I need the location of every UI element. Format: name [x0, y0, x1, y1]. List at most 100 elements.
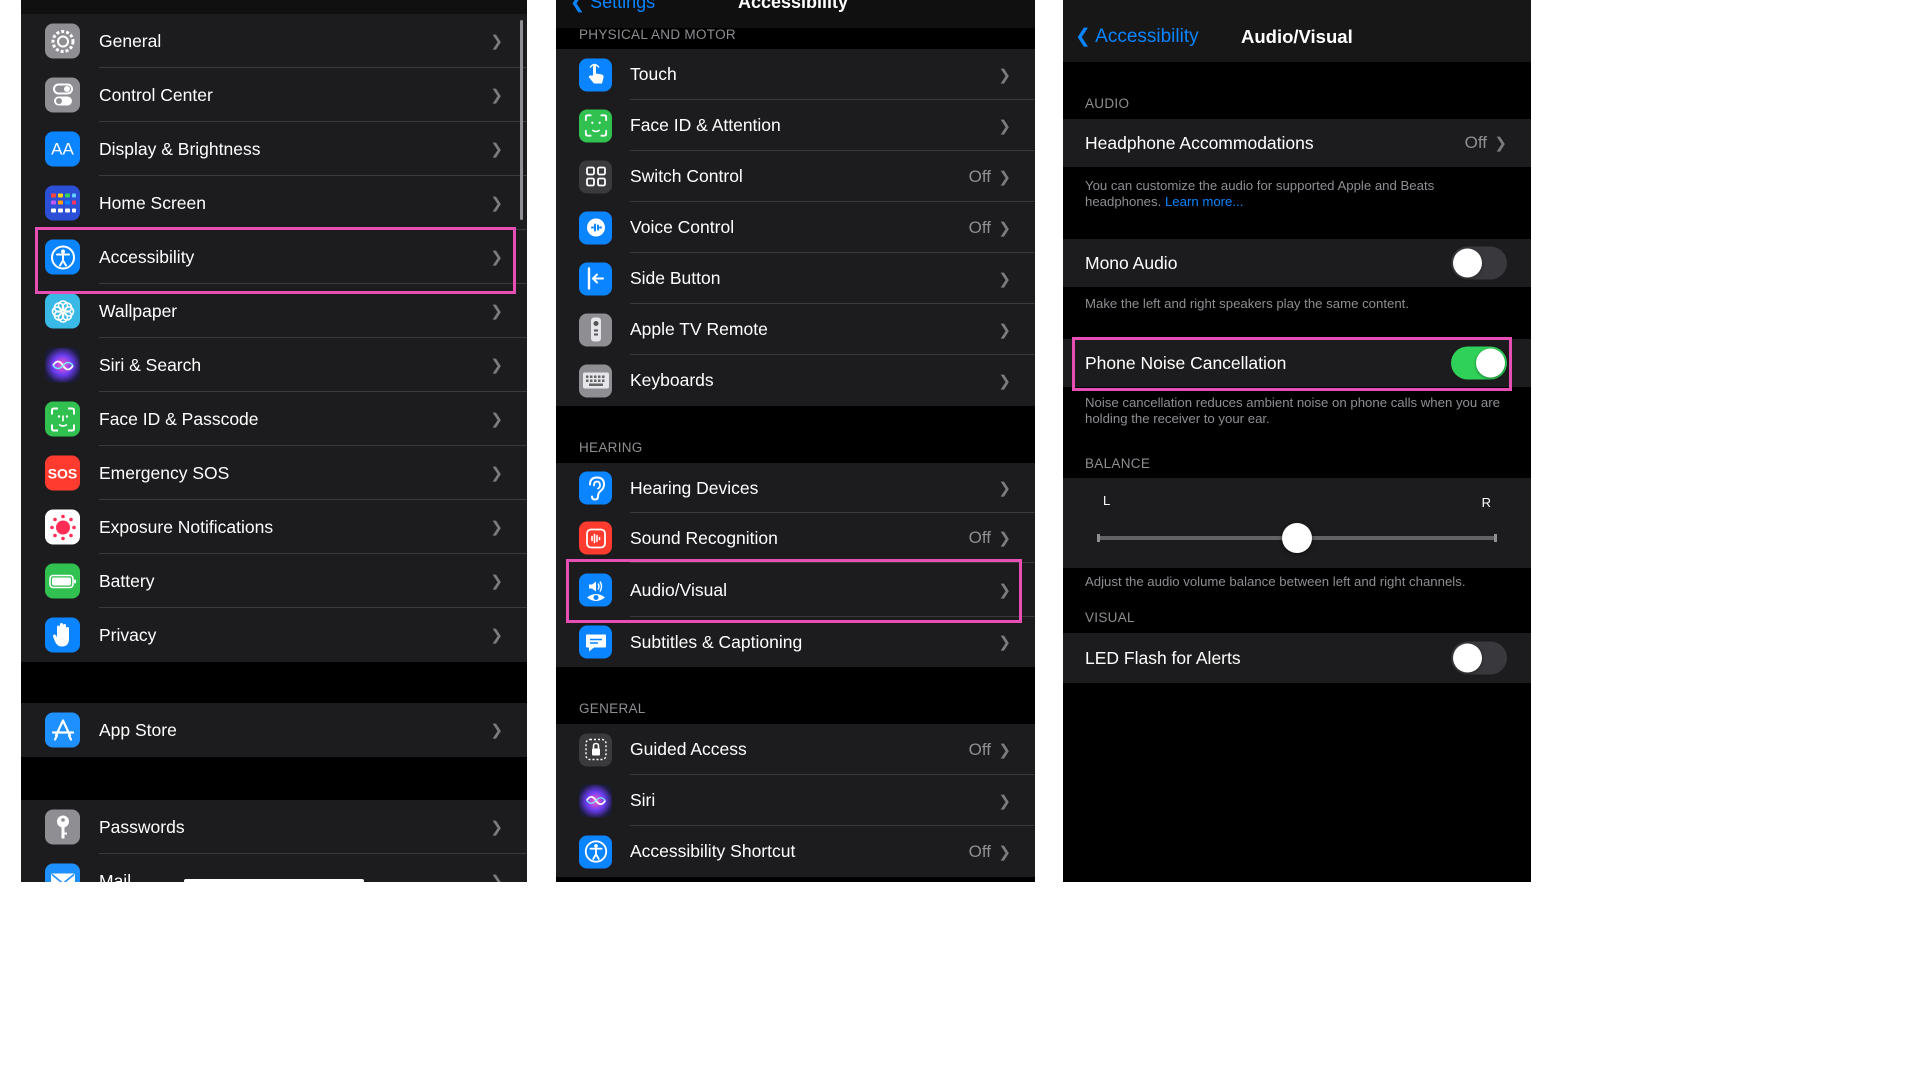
chevron-left-icon: ❮	[1075, 26, 1091, 47]
headphone-accommodations-row[interactable]: Headphone Accommodations Off ❯	[1063, 119, 1531, 167]
settings-item-app-store[interactable]: App Store ❯	[21, 703, 527, 757]
settings-item-exposure[interactable]: Exposure Notifications ❯	[21, 500, 527, 554]
a11y-item-label: Apple TV Remote	[630, 319, 768, 339]
a11y-item-sound-recognition[interactable]: Sound Recognition Off ❯	[556, 513, 1035, 563]
settings-item-label: Emergency SOS	[99, 462, 230, 483]
physical-motor-group: Touch ❯ Face ID & Attention ❯ Switch Con…	[556, 49, 1035, 406]
learn-more-link[interactable]: Learn more...	[1165, 194, 1243, 209]
settings-item-control-center[interactable]: Control Center ❯	[21, 68, 527, 122]
a11y-item-label: Audio/Visual	[630, 579, 727, 600]
settings-item-label: Display & Brightness	[99, 138, 261, 159]
a11y-item-label: Face ID & Attention	[630, 115, 781, 135]
toggles-icon	[45, 77, 80, 113]
chevron-right-icon: ❯	[998, 372, 1011, 390]
settings-item-wallpaper[interactable]: Wallpaper ❯	[21, 284, 527, 338]
row-label: Headphone Accommodations	[1085, 132, 1314, 153]
a11y-item-apple-tv-remote[interactable]: Apple TV Remote ❯	[556, 304, 1035, 355]
settings-item-mail[interactable]: Mail ❯	[21, 854, 527, 882]
row-label: LED Flash for Alerts	[1085, 647, 1241, 668]
a11y-item-label: Subtitles & Captioning	[630, 631, 803, 652]
section-header-audio: AUDIO	[1085, 96, 1130, 111]
flower-icon	[45, 293, 80, 329]
settings-item-home-screen[interactable]: Home Screen ❯	[21, 176, 527, 230]
chevron-right-icon: ❯	[490, 819, 503, 836]
audio-visual-panel: ❮ Accessibility Audio/Visual AUDIO Headp…	[1063, 0, 1531, 882]
back-button[interactable]: ❮ Accessibility	[1075, 25, 1199, 48]
scrollbar[interactable]	[520, 20, 523, 220]
balance-left-label: L	[1103, 493, 1111, 508]
a11y-item-value: Off	[968, 217, 991, 237]
chevron-right-icon: ❯	[998, 582, 1011, 599]
settings-item-label: Mail	[99, 870, 132, 883]
settings-item-emergency-sos[interactable]: SOS Emergency SOS ❯	[21, 446, 527, 500]
settings-item-label: Passwords	[99, 816, 185, 837]
chevron-right-icon: ❯	[490, 411, 503, 428]
balance-slider-thumb[interactable]	[1282, 523, 1312, 553]
chevron-right-icon: ❯	[490, 195, 503, 212]
mono-audio-row: Mono Audio	[1063, 239, 1531, 287]
chevron-right-icon: ❯	[490, 141, 503, 158]
chevron-right-icon: ❯	[490, 722, 503, 739]
back-button[interactable]: ❮ Settings	[570, 0, 655, 13]
page-title: Audio/Visual	[1241, 26, 1353, 47]
chevron-right-icon: ❯	[490, 465, 503, 482]
settings-item-siri[interactable]: Siri & Search ❯	[21, 338, 527, 392]
mono-group: Mono Audio	[1063, 239, 1531, 287]
a11y-item-touch[interactable]: Touch ❯	[556, 49, 1035, 100]
battery-icon	[45, 563, 80, 599]
visual-group: LED Flash for Alerts	[1063, 633, 1531, 683]
settings-item-accessibility[interactable]: Accessibility ❯	[21, 230, 527, 284]
a11y-item-keyboards[interactable]: Keyboards ❯	[556, 355, 1035, 406]
headphone-group: Headphone Accommodations Off ❯	[1063, 119, 1531, 167]
a11y-item-label: Guided Access	[630, 739, 747, 759]
settings-item-general[interactable]: General ❯	[21, 14, 527, 68]
balance-slider-track[interactable]	[1097, 523, 1497, 553]
section-header: GENERAL	[579, 701, 646, 716]
a11y-item-face-id-attention[interactable]: Face ID & Attention ❯	[556, 100, 1035, 151]
a11y-item-shortcut[interactable]: Accessibility Shortcut Off ❯	[556, 826, 1035, 877]
a11y-item-hearing-devices[interactable]: Hearing Devices ❯	[556, 463, 1035, 513]
chevron-right-icon: ❯	[490, 249, 503, 266]
chevron-right-icon: ❯	[490, 87, 503, 104]
row-label: Mono Audio	[1085, 252, 1178, 273]
chevron-right-icon: ❯	[998, 792, 1011, 810]
toggle-knob	[1453, 248, 1482, 278]
led-flash-toggle[interactable]	[1451, 641, 1507, 675]
a11y-item-value: Off	[968, 739, 991, 759]
a11y-item-subtitles[interactable]: Subtitles & Captioning ❯	[556, 617, 1035, 667]
a11y-item-switch-control[interactable]: Switch Control Off ❯	[556, 151, 1035, 202]
accessibility-icon	[579, 835, 612, 868]
a11y-item-label: Switch Control	[630, 166, 743, 186]
a11y-item-voice-control[interactable]: Voice Control Off ❯	[556, 202, 1035, 253]
nav-bar: ❮ Settings Accessibility	[556, 0, 1035, 28]
noise-cancellation-toggle[interactable]	[1451, 346, 1507, 380]
settings-item-display[interactable]: AA Display & Brightness ❯	[21, 122, 527, 176]
settings-item-privacy[interactable]: Privacy ❯	[21, 608, 527, 662]
keyboard-icon	[579, 364, 612, 397]
chevron-right-icon: ❯	[490, 627, 503, 644]
audio-visual-icon	[579, 573, 612, 607]
chevron-right-icon: ❯	[998, 634, 1011, 651]
settings-item-passwords[interactable]: Passwords ❯	[21, 800, 527, 854]
a11y-item-siri[interactable]: Siri ❯	[556, 775, 1035, 826]
ear-icon	[579, 471, 612, 505]
sound-recognition-icon	[579, 521, 612, 555]
noise-cancellation-row: Phone Noise Cancellation	[1063, 339, 1531, 387]
settings-item-label: Privacy	[99, 624, 157, 645]
exposure-notifications-icon	[45, 509, 80, 545]
a11y-item-label: Accessibility Shortcut	[630, 841, 796, 861]
chevron-right-icon: ❯	[998, 480, 1011, 497]
a11y-item-label: Touch	[630, 64, 677, 84]
a11y-item-guided-access[interactable]: Guided Access Off ❯	[556, 724, 1035, 775]
mono-audio-toggle[interactable]	[1451, 246, 1507, 280]
section-header-visual: VISUAL	[1085, 610, 1135, 625]
general-group: Guided Access Off ❯ Siri ❯ Accessibility…	[556, 724, 1035, 877]
settings-item-face-id[interactable]: Face ID & Passcode ❯	[21, 392, 527, 446]
a11y-item-side-button[interactable]: Side Button ❯	[556, 253, 1035, 304]
a11y-item-audio-visual[interactable]: Audio/Visual ❯	[556, 563, 1035, 617]
settings-item-battery[interactable]: Battery ❯	[21, 554, 527, 608]
balance-group: L R	[1063, 478, 1531, 568]
headphone-footer: You can customize the audio for supporte…	[1085, 178, 1435, 209]
mail-icon	[45, 863, 80, 882]
chevron-right-icon: ❯	[998, 168, 1011, 186]
